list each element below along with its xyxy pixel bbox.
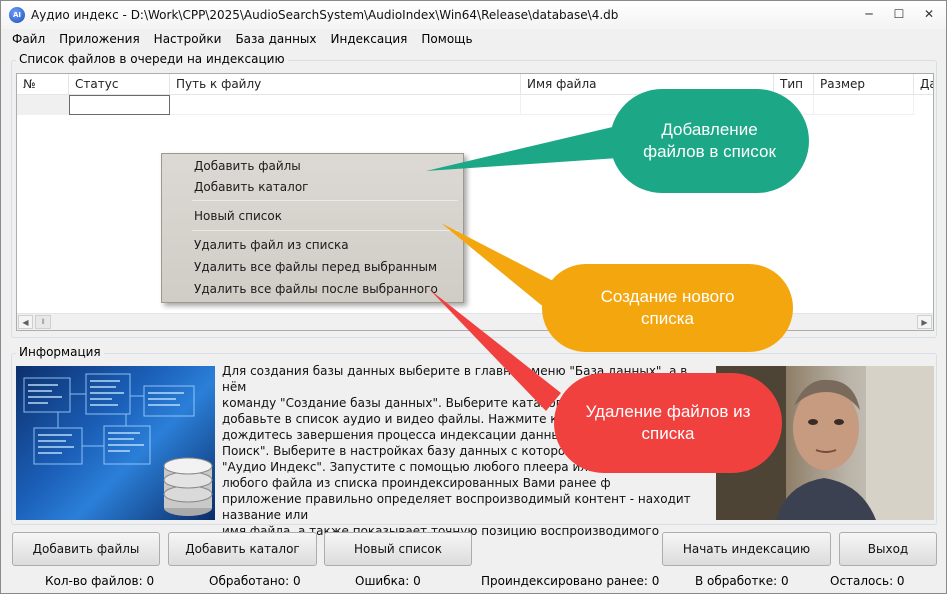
status-indexed-before: Проиндексировано ранее: 0 <box>481 574 660 588</box>
menu-bar: Файл Приложения Настройки База данных Ин… <box>1 29 946 49</box>
ctx-separator <box>192 230 458 231</box>
window-title: Аудио индекс - D:\Work\CPP\2025\AudioSea… <box>31 8 619 22</box>
status-file-count: Кол-во файлов: 0 <box>45 574 155 588</box>
database-illustration <box>16 366 215 520</box>
callout-add-files: Добавление файлов в список <box>610 89 809 193</box>
start-indexing-button[interactable]: Начать индексацию <box>662 532 831 566</box>
title-bar[interactable]: AI Аудио индекс - D:\Work\CPP\2025\Audio… <box>1 1 946 29</box>
list-header: № Статус Путь к файлу Имя файла Тип Разм… <box>17 74 933 95</box>
scroll-thumb[interactable]: ⦀ <box>35 315 51 329</box>
menu-help[interactable]: Помощь <box>414 32 479 46</box>
column-size[interactable]: Размер <box>814 74 914 95</box>
column-number[interactable]: № <box>17 74 69 95</box>
exit-button[interactable]: Выход <box>839 532 937 566</box>
status-errors: Ошибка: 0 <box>355 574 421 588</box>
info-line: приложение правильно определяет воспроиз… <box>222 492 691 522</box>
ctx-delete-after[interactable]: Удалить все файлы после выбранного <box>194 282 438 296</box>
ctx-add-files[interactable]: Добавить файлы <box>194 159 301 173</box>
ctx-separator <box>192 200 458 201</box>
horizontal-scrollbar[interactable]: ◀ ⦀ ▶ <box>17 313 933 330</box>
close-button[interactable]: ✕ <box>918 5 940 23</box>
row-path-cell <box>170 95 521 115</box>
ctx-delete-file[interactable]: Удалить файл из списка <box>194 238 349 252</box>
app-icon: AI <box>9 7 25 23</box>
maximize-button[interactable]: ☐ <box>888 5 910 23</box>
column-type[interactable]: Тип <box>774 74 814 95</box>
callout-create-text: Создание нового списка <box>600 287 735 328</box>
queue-group-label: Список файлов в очереди на индексацию <box>16 52 288 66</box>
column-date[interactable]: Да <box>914 74 933 95</box>
row-number-cell <box>17 95 69 115</box>
row-size-cell <box>814 95 914 115</box>
row-status-cell[interactable] <box>69 95 170 115</box>
menu-database[interactable]: База данных <box>228 32 323 46</box>
info-group-label: Информация <box>16 345 104 359</box>
app-window: AI Аудио индекс - D:\Work\CPP\2025\Audio… <box>0 0 947 594</box>
scroll-right-icon[interactable]: ▶ <box>917 315 932 329</box>
new-list-button[interactable]: Новый список <box>324 532 472 566</box>
callout-create-list: Создание нового списка <box>542 264 793 352</box>
ctx-new-list[interactable]: Новый список <box>194 209 282 223</box>
minimize-button[interactable]: ─ <box>858 5 880 23</box>
add-folder-button[interactable]: Добавить каталог <box>168 532 317 566</box>
context-menu: Добавить файлы Добавить каталог Новый сп… <box>161 153 464 303</box>
info-line: любого файла из списка проиндексированны… <box>222 476 611 490</box>
menu-settings[interactable]: Настройки <box>147 32 229 46</box>
status-remaining: Осталось: 0 <box>830 574 905 588</box>
status-processed: Обработано: 0 <box>209 574 301 588</box>
callout-delete-text: Удаление файлов из списка <box>585 402 751 443</box>
callout-delete-files: Удаление файлов из списка <box>554 373 782 473</box>
menu-file[interactable]: Файл <box>5 32 52 46</box>
menu-indexing[interactable]: Индексация <box>324 32 415 46</box>
status-bar: Кол-во файлов: 0 Обработано: 0 Ошибка: 0… <box>1 571 946 593</box>
column-status[interactable]: Статус <box>69 74 170 95</box>
ctx-add-folder[interactable]: Добавить каталог <box>194 180 308 194</box>
callout-add-text: Добавление файлов в список <box>643 120 776 161</box>
column-path[interactable]: Путь к файлу <box>170 74 521 95</box>
add-files-button[interactable]: Добавить файлы <box>12 532 160 566</box>
ctx-delete-before[interactable]: Удалить все файлы перед выбранным <box>194 260 437 274</box>
status-in-progress: В обработке: 0 <box>695 574 789 588</box>
menu-apps[interactable]: Приложения <box>52 32 147 46</box>
scroll-left-icon[interactable]: ◀ <box>18 315 33 329</box>
